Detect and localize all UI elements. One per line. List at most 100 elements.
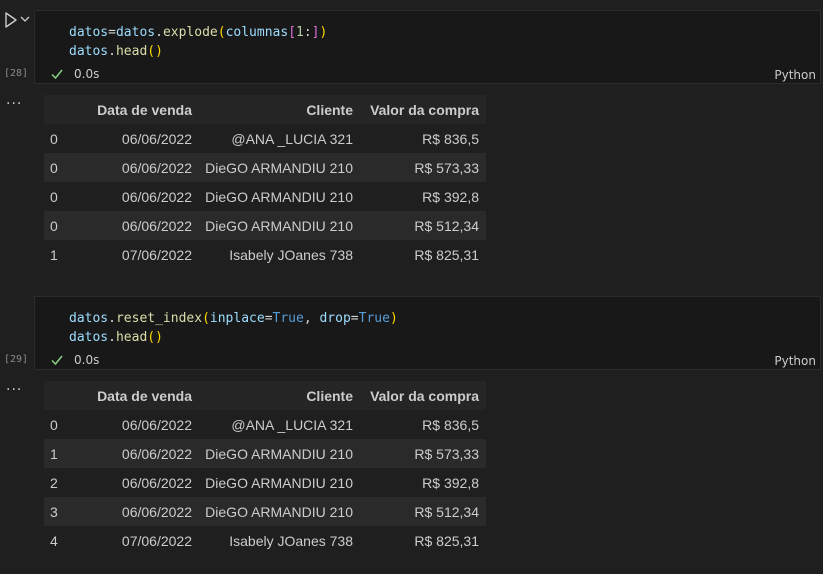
cell-client: @ANA _LUCIA 321	[231, 130, 353, 147]
table-row: 4 07/06/2022 Isabely JOanes 738 R$ 825,3…	[44, 526, 486, 555]
cell-date: 06/06/2022	[121, 130, 192, 147]
code-token: head	[115, 330, 148, 345]
code-token: datos	[69, 25, 109, 40]
table-row: 0 06/06/2022 DieGO ARMANDIU 210 R$ 573,3…	[44, 153, 486, 182]
execution-count: [28]	[4, 68, 29, 79]
row-index: 0	[50, 188, 58, 205]
cell-value: R$ 573,33	[354, 439, 486, 468]
cell-client: @ANA _LUCIA 321	[231, 416, 353, 433]
cell-client: DieGO ARMANDIU 210	[192, 497, 354, 526]
cell-date: 06/06/2022	[121, 188, 192, 205]
cell-value: R$ 836,5	[422, 416, 479, 433]
table-row: 3 06/06/2022 DieGO ARMANDIU 210 R$ 512,3…	[44, 497, 486, 526]
cell-status: 0.0s	[50, 353, 99, 367]
code-token: .	[155, 25, 163, 40]
row-index: 0	[50, 416, 58, 433]
code-token: columnas	[225, 25, 289, 40]
code-token: =	[264, 311, 273, 326]
output-more-menu[interactable]: ...	[6, 378, 22, 394]
code-token: :	[303, 25, 312, 40]
column-header	[44, 95, 81, 124]
cell-date: 06/06/2022	[81, 211, 192, 240]
cell-client: Isabely JOanes 738	[229, 246, 353, 263]
code-token: ,	[303, 311, 320, 326]
code-token: datos	[69, 44, 109, 59]
code-token: (	[202, 311, 210, 326]
table-row: 2 06/06/2022 DieGO ARMANDIU 210 R$ 392,8	[44, 468, 486, 497]
table-row: 1 07/06/2022 Isabely JOanes 738 R$ 825,3…	[44, 240, 486, 269]
cell-value: R$ 573,33	[354, 153, 486, 182]
row-index: 3	[44, 497, 81, 526]
code-token: datos	[69, 330, 109, 345]
cell-value: R$ 512,34	[354, 211, 486, 240]
row-index: 0	[44, 211, 81, 240]
table-row: 0 06/06/2022 @ANA _LUCIA 321 R$ 836,5	[44, 124, 486, 153]
code-editor[interactable]: datos=datos.explode(columnas[1:]) datos.…	[34, 10, 821, 84]
code-token: ]	[311, 25, 320, 40]
code-token: =	[108, 25, 116, 40]
execution-count: [29]	[4, 354, 29, 365]
cell-date: 06/06/2022	[121, 416, 192, 433]
cell-status: 0.0s	[50, 67, 99, 81]
cell-date: 07/06/2022	[121, 246, 192, 263]
output-more-menu[interactable]: ...	[6, 92, 22, 108]
cell-date: 07/06/2022	[121, 532, 192, 549]
code-token: datos	[115, 25, 156, 40]
cell-value: R$ 825,31	[414, 532, 479, 549]
code-token: True	[358, 311, 390, 326]
column-header: Valor da compra	[354, 381, 486, 410]
code-editor[interactable]: datos.reset_index(inplace=True, drop=Tru…	[34, 296, 821, 370]
code-text: datos=datos.explode(columnas[1:]) datos.…	[69, 23, 327, 61]
column-header: Cliente	[192, 381, 354, 410]
cell-date: 06/06/2022	[81, 439, 192, 468]
cell-client: Isabely JOanes 738	[229, 532, 353, 549]
cell-date: 06/06/2022	[81, 153, 192, 182]
language-selector[interactable]: Python	[774, 68, 816, 82]
language-selector[interactable]: Python	[774, 354, 816, 368]
code-token: .	[108, 330, 116, 345]
code-token: =	[350, 311, 359, 326]
row-index: 2	[50, 474, 58, 491]
cell-client: DieGO ARMANDIU 210	[205, 474, 353, 491]
cell-value: R$ 836,5	[422, 130, 479, 147]
cell-value: R$ 512,34	[354, 497, 486, 526]
table-row: 0 06/06/2022 DieGO ARMANDIU 210 R$ 392,8	[44, 182, 486, 211]
code-token: .	[108, 311, 116, 326]
cell-value: R$ 392,8	[422, 188, 479, 205]
cell-client: DieGO ARMANDIU 210	[205, 188, 353, 205]
code-token: 1	[296, 25, 304, 40]
row-index: 4	[50, 532, 58, 549]
code-token: [	[288, 25, 297, 40]
cell-client: DieGO ARMANDIU 210	[192, 153, 354, 182]
code-token: inplace	[209, 311, 265, 326]
cell-client: DieGO ARMANDIU 210	[192, 439, 354, 468]
execution-time: 0.0s	[74, 67, 100, 81]
code-token: ()	[147, 44, 163, 59]
code-token: head	[115, 44, 148, 59]
column-header: Data de venda	[81, 95, 192, 124]
code-token: drop	[319, 311, 351, 326]
code-token: .	[108, 44, 116, 59]
row-index: 0	[44, 153, 81, 182]
column-header: Data de venda	[81, 381, 192, 410]
table-row: 1 06/06/2022 DieGO ARMANDIU 210 R$ 573,3…	[44, 439, 486, 468]
cell-date: 06/06/2022	[121, 474, 192, 491]
dataframe-output: Data de venda Cliente Valor da compra 0 …	[44, 381, 486, 555]
execution-time: 0.0s	[74, 353, 100, 367]
cell-date: 06/06/2022	[81, 497, 192, 526]
cell-client: DieGO ARMANDIU 210	[192, 211, 354, 240]
table-row: 0 06/06/2022 DieGO ARMANDIU 210 R$ 512,3…	[44, 211, 486, 240]
code-token: explode	[162, 25, 218, 40]
play-icon[interactable]	[4, 12, 18, 28]
code-token: True	[272, 311, 304, 326]
cell-value: R$ 825,31	[414, 246, 479, 263]
chevron-down-icon[interactable]	[20, 14, 30, 24]
code-token: reset_index	[115, 311, 203, 326]
dataframe-output: Data de venda Cliente Valor da compra 0 …	[44, 95, 486, 269]
table-row: 0 06/06/2022 @ANA _LUCIA 321 R$ 836,5	[44, 410, 486, 439]
code-token: )	[389, 311, 398, 326]
column-header: Cliente	[192, 95, 354, 124]
table-header-row: Data de venda Cliente Valor da compra	[44, 381, 486, 410]
table-header-row: Data de venda Cliente Valor da compra	[44, 95, 486, 124]
code-token: )	[319, 25, 328, 40]
